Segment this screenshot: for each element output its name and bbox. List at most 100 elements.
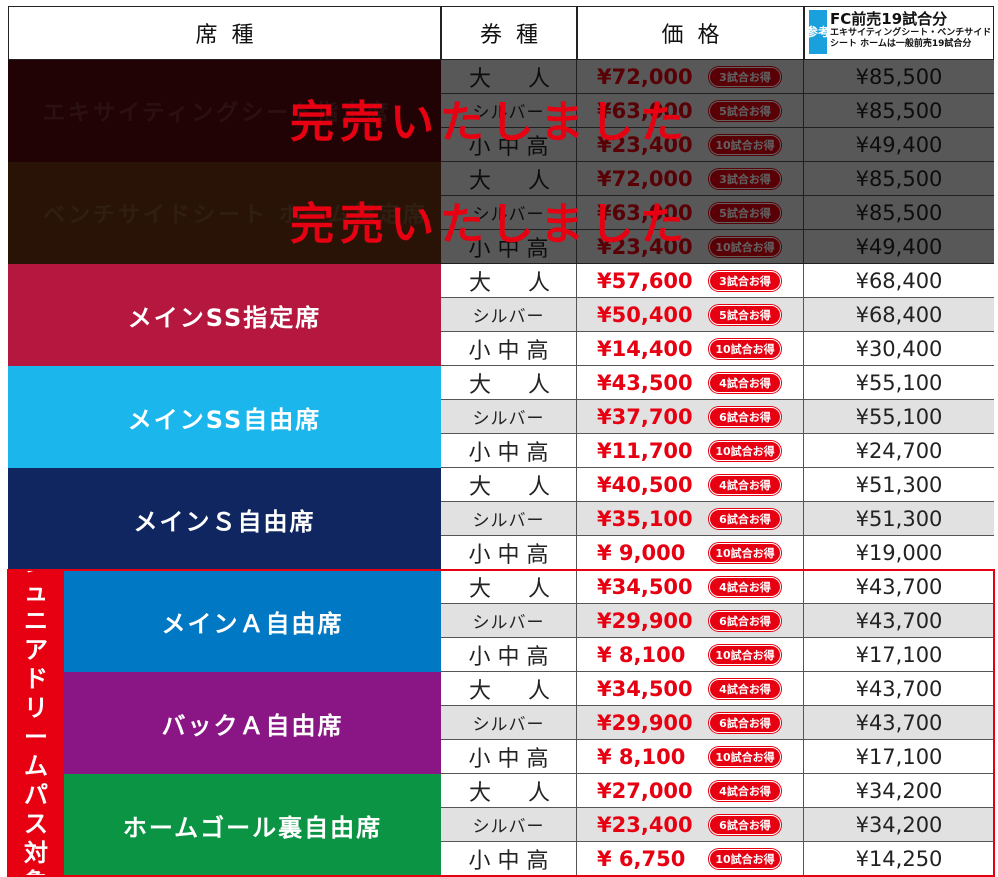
ticket-type-char: 大	[469, 678, 492, 704]
season-price: ¥ 8,100 10試合お得	[577, 740, 804, 774]
ticket-type-char: 人	[527, 780, 550, 806]
fc-reference-price: ¥24,700	[804, 434, 994, 468]
ticket-type-char: 人	[527, 270, 550, 296]
price-value: ¥ 9,000	[597, 540, 686, 565]
ticket-type: シルバー	[441, 400, 577, 434]
junior-label-char: パ	[24, 781, 48, 809]
price-value: ¥72,000	[597, 64, 693, 89]
price-value: ¥23,400	[597, 812, 693, 837]
sold-out-stamp: 完売いたしました	[290, 97, 690, 148]
fc-reference-price: ¥43,700	[804, 706, 994, 740]
fc-reference-price: ¥51,300	[804, 468, 994, 502]
header-fc-reference: 参考 FC前売19試合分 エキサイティングシート・ベンチサイド シート ホームは…	[804, 6, 994, 60]
ticket-type: 小中高	[441, 536, 577, 570]
ticket-type: 小中高	[441, 434, 577, 468]
fc-reference-price: ¥43,700	[804, 570, 994, 604]
savings-badge: 4試合お得	[709, 780, 781, 801]
junior-label-char: 対	[24, 839, 48, 867]
savings-badge: 4試合お得	[709, 372, 781, 393]
season-price: ¥35,100 6試合お得	[577, 502, 804, 536]
junior-label-char: ー	[24, 723, 48, 751]
price-value: ¥34,500	[597, 574, 693, 599]
price-value: ¥11,700	[597, 438, 693, 463]
fc-reference-price: ¥14,250	[804, 842, 994, 876]
ticket-type: 大人	[441, 264, 577, 298]
price-value: ¥14,400	[597, 336, 693, 361]
fc-reference-price: ¥34,200	[804, 774, 994, 808]
price-value: ¥ 8,100	[597, 642, 686, 667]
season-price: ¥40,500 4試合お得	[577, 468, 804, 502]
season-price: ¥34,500 4試合お得	[577, 570, 804, 604]
header-seat: 席種	[8, 6, 441, 60]
savings-badge: 4試合お得	[709, 474, 781, 495]
ticket-type: 大人	[441, 672, 577, 706]
savings-badge: 4試合お得	[709, 576, 781, 597]
fc-reference-price: ¥30,400	[804, 332, 994, 366]
fc-reference-price: ¥34,200	[804, 808, 994, 842]
season-price: ¥29,900 6試合お得	[577, 706, 804, 740]
season-price: ¥43,500 4試合お得	[577, 366, 804, 400]
fc-note-line2: シート ホームは一般前売19試合分	[830, 39, 972, 49]
seat-category-cell: メインＳ自由席	[8, 468, 441, 570]
ticket-type-char: 大	[469, 576, 492, 602]
price-value: ¥37,700	[597, 404, 693, 429]
fc-reference-price: ¥85,500	[804, 94, 994, 128]
price-value: ¥29,900	[597, 710, 693, 735]
junior-label-char: ム	[24, 752, 48, 780]
junior-label-char: リ	[24, 694, 48, 722]
savings-badge: 10試合お得	[709, 542, 781, 563]
fc-reference-price: ¥17,100	[804, 740, 994, 774]
sold-out-stamp: 完売いたしました	[290, 199, 690, 250]
season-price: ¥34,500 4試合お得	[577, 672, 804, 706]
price-value: ¥43,500	[597, 370, 693, 395]
fc-reference-price: ¥55,100	[804, 366, 994, 400]
junior-label-char: ジ	[24, 570, 48, 578]
fc-reference-price: ¥85,500	[804, 196, 994, 230]
season-price: ¥11,700 10試合お得	[577, 434, 804, 468]
price-value: ¥57,600	[597, 268, 693, 293]
ticket-type-char: 人	[527, 678, 550, 704]
price-value: ¥72,000	[597, 166, 693, 191]
season-price: ¥23,400 6試合お得	[577, 808, 804, 842]
savings-badge: 5試合お得	[709, 304, 781, 325]
season-price: ¥29,900 6試合お得	[577, 604, 804, 638]
ticket-type: シルバー	[441, 808, 577, 842]
fc-reference-price: ¥17,100	[804, 638, 994, 672]
ticket-type: シルバー	[441, 604, 577, 638]
season-price: ¥37,700 6試合お得	[577, 400, 804, 434]
season-price: ¥27,000 4試合お得	[577, 774, 804, 808]
ticket-type: 小中高	[441, 842, 577, 876]
savings-badge: 5試合お得	[709, 100, 781, 121]
seat-category-cell: メインSS自由席	[8, 366, 441, 468]
ticket-type-char: 大	[469, 372, 492, 398]
savings-badge: 6試合お得	[709, 712, 781, 733]
season-price: ¥ 9,000 10試合お得	[577, 536, 804, 570]
seat-category-cell: メインＡ自由席	[64, 570, 441, 672]
ticket-type: 小中高	[441, 638, 577, 672]
season-price: ¥ 6,750 10試合お得	[577, 842, 804, 876]
header-ticket: 券種	[441, 6, 577, 60]
fc-reference-price: ¥43,700	[804, 672, 994, 706]
savings-badge: 3試合お得	[709, 66, 781, 87]
ticket-type-char: 大	[469, 474, 492, 500]
ticket-type: シルバー	[441, 502, 577, 536]
seat-category-cell: バックＡ自由席	[64, 672, 441, 774]
fc-reference-price: ¥55,100	[804, 400, 994, 434]
ticket-type-char: 人	[527, 474, 550, 500]
ticket-type-char: 大	[469, 780, 492, 806]
price-value: ¥34,500	[597, 676, 693, 701]
fc-reference-price: ¥68,400	[804, 264, 994, 298]
fc-reference-price: ¥49,400	[804, 128, 994, 162]
fc-reference-price: ¥49,400	[804, 230, 994, 264]
reference-badge: 参考	[806, 10, 830, 54]
fc-reference-price: ¥43,700	[804, 604, 994, 638]
ticket-type-char: 人	[527, 372, 550, 398]
fc-note-line1: エキサイティングシート・ベンチサイド	[830, 28, 992, 38]
savings-badge: 3試合お得	[709, 270, 781, 291]
ticket-type: 大人	[441, 774, 577, 808]
savings-badge: 10試合お得	[709, 746, 781, 767]
season-price: ¥57,600 3試合お得	[577, 264, 804, 298]
savings-badge: 10試合お得	[709, 644, 781, 665]
seat-category-cell: メインSS指定席	[8, 264, 441, 366]
price-value: ¥ 8,100	[597, 744, 686, 769]
